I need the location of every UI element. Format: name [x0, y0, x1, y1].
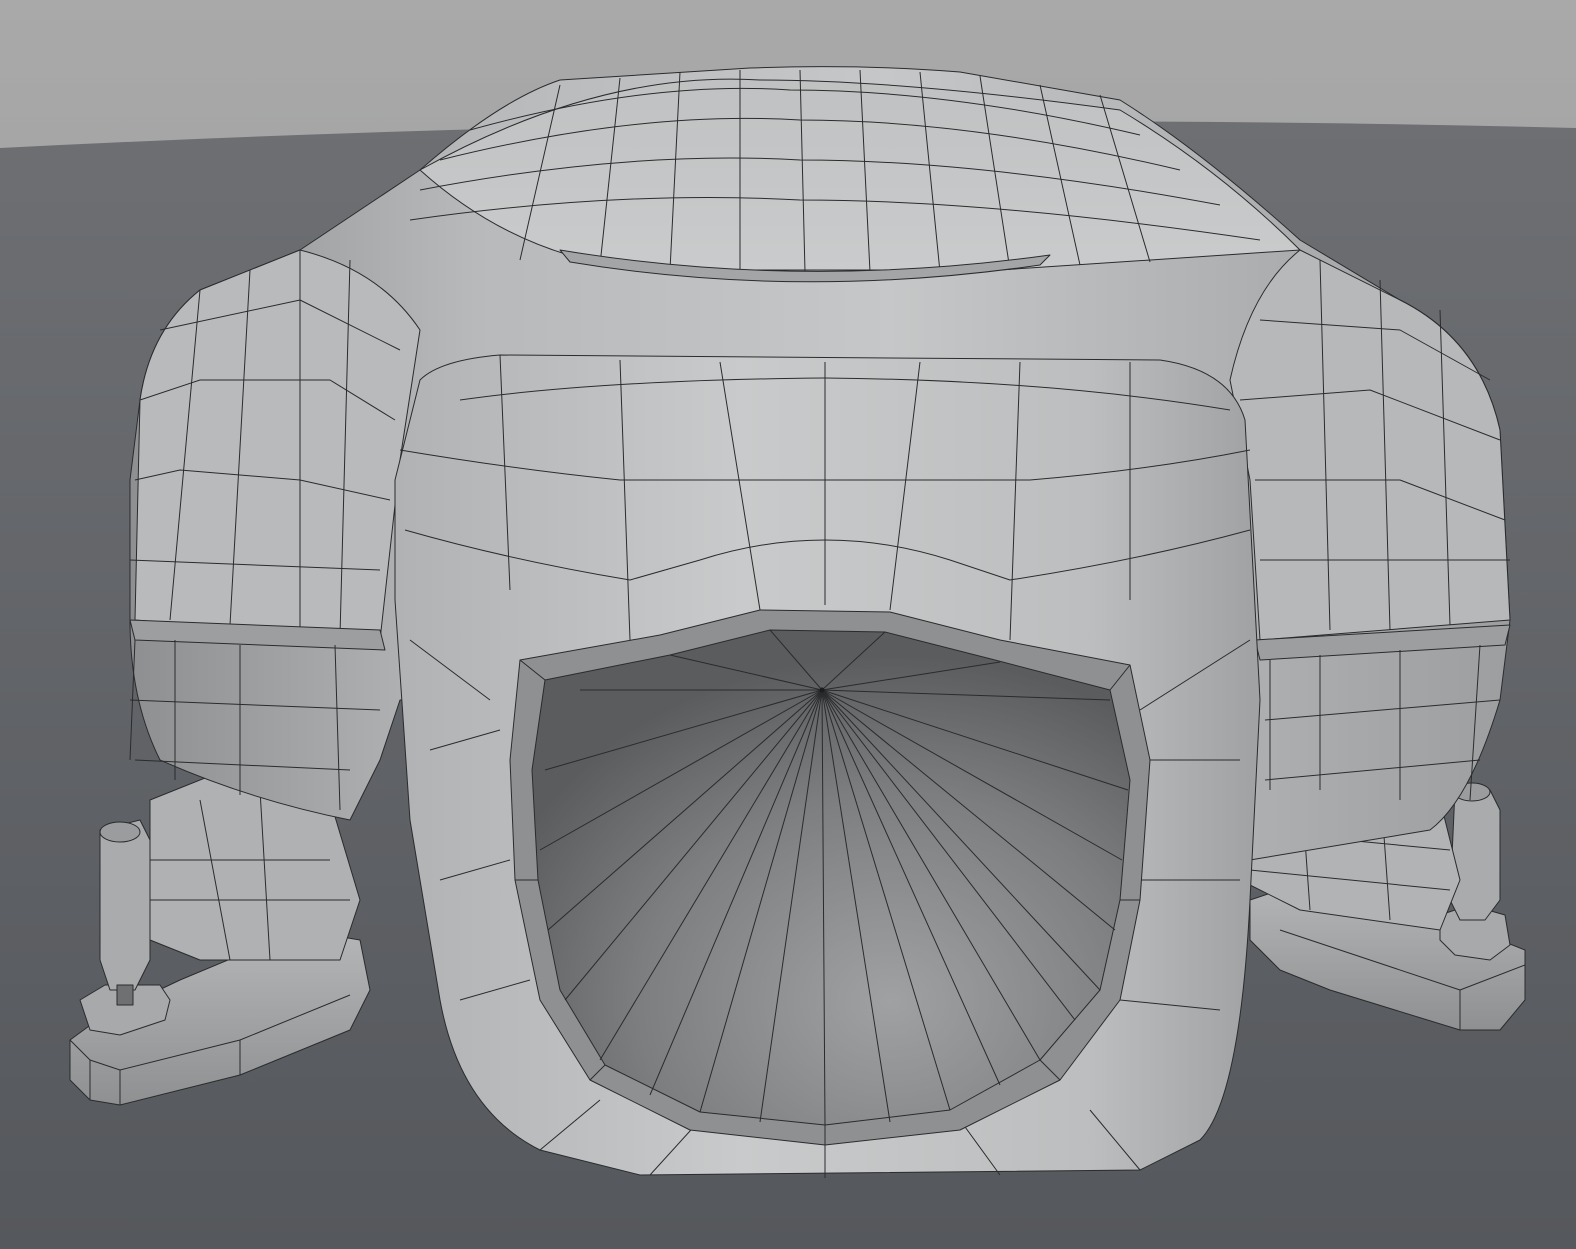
3d-viewport[interactable] — [0, 0, 1576, 1249]
intake-bore[interactable] — [509, 609, 1151, 1146]
viewport-canvas[interactable] — [0, 0, 1576, 1249]
